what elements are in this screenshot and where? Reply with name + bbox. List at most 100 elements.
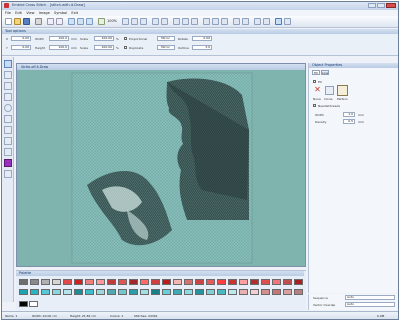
color-swatch[interactable] — [184, 279, 193, 285]
fit-icon[interactable] — [122, 18, 129, 25]
color-swatch[interactable] — [118, 289, 127, 295]
print-icon[interactable] — [35, 18, 42, 25]
selected-color-swatch[interactable] — [19, 301, 28, 307]
align-middle-icon[interactable] — [212, 18, 219, 25]
redo-icon[interactable] — [56, 18, 63, 25]
color-swatch[interactable] — [283, 279, 292, 285]
curve-icon[interactable] — [263, 18, 270, 25]
mirror-v-button[interactable]: Mirror — [157, 45, 175, 50]
align-left-icon[interactable] — [173, 18, 180, 25]
color-swatch[interactable] — [96, 289, 105, 295]
fill-tool-icon[interactable] — [4, 148, 12, 156]
rectangle-tool-icon[interactable] — [4, 93, 12, 101]
color-swatch[interactable] — [74, 279, 83, 285]
color-swatch[interactable] — [173, 279, 182, 285]
color-swatch[interactable] — [63, 289, 72, 295]
color-swatch[interactable] — [228, 289, 237, 295]
color-swatch[interactable] — [140, 279, 149, 285]
ungroup-icon[interactable] — [161, 18, 168, 25]
fill-checkbox[interactable] — [313, 80, 316, 83]
color-swatch[interactable] — [30, 289, 39, 295]
color-swatch[interactable] — [250, 289, 259, 295]
color-swatch[interactable] — [250, 279, 259, 285]
help-icon[interactable] — [284, 18, 291, 25]
y-field[interactable]: 0.00 — [11, 45, 31, 50]
align-center-icon[interactable] — [182, 18, 189, 25]
color-swatch[interactable] — [140, 289, 149, 295]
menu-view[interactable]: View — [26, 11, 34, 15]
design-canvas[interactable] — [17, 70, 305, 266]
color-swatch[interactable] — [162, 279, 171, 285]
tab-line[interactable]: Line — [321, 70, 329, 75]
align-top-icon[interactable] — [203, 18, 210, 25]
scale-x-field[interactable]: 100.00 — [94, 36, 114, 41]
color-swatch[interactable] — [30, 279, 39, 285]
color-swatch[interactable] — [217, 289, 226, 295]
menu-image[interactable]: Image — [39, 11, 50, 15]
color-swatch[interactable] — [52, 279, 61, 285]
background-color-swatch[interactable] — [29, 301, 38, 307]
zoom-icon[interactable] — [98, 18, 105, 25]
select-tool-icon[interactable] — [4, 60, 12, 68]
paste-icon[interactable] — [86, 18, 93, 25]
color-swatch[interactable] — [129, 279, 138, 285]
tab-fill[interactable]: Fill — [312, 70, 320, 75]
menu-edit[interactable]: Edit — [15, 11, 22, 15]
align-icon[interactable] — [140, 18, 147, 25]
undo-icon[interactable] — [47, 18, 54, 25]
needlethreads-checkbox[interactable] — [313, 104, 316, 107]
color-swatch[interactable] — [107, 289, 116, 295]
x-field[interactable]: 0.00 — [11, 36, 31, 41]
group-icon[interactable] — [152, 18, 159, 25]
proportional-checkbox[interactable] — [124, 37, 127, 40]
ellipse-tool-icon[interactable] — [4, 104, 12, 112]
curve-tool-icon[interactable] — [4, 126, 12, 134]
eyedropper-tool-icon[interactable] — [4, 170, 12, 178]
color-swatch[interactable] — [41, 289, 50, 295]
color-swatch[interactable] — [228, 279, 237, 285]
save-icon[interactable] — [23, 18, 30, 25]
outline-field[interactable]: 3.0 — [192, 45, 212, 50]
color-swatch[interactable] — [107, 279, 116, 285]
clone-fill-icon[interactable] — [325, 86, 334, 95]
color-swatch[interactable] — [151, 279, 160, 285]
color-swatch[interactable] — [41, 279, 50, 285]
mirror-h-button[interactable]: Mirror — [157, 36, 175, 41]
order-front-icon[interactable] — [233, 18, 240, 25]
align-right-icon[interactable] — [191, 18, 198, 25]
color-swatch[interactable] — [294, 279, 303, 285]
close-button[interactable] — [386, 3, 396, 8]
align-bottom-icon[interactable] — [221, 18, 228, 25]
color-swatch[interactable] — [129, 289, 138, 295]
color-swatch[interactable] — [294, 289, 303, 295]
menu-symbol[interactable]: Symbol — [54, 11, 67, 15]
color-swatch[interactable] — [195, 289, 204, 295]
grid-icon[interactable] — [131, 18, 138, 25]
draw-icon[interactable] — [275, 18, 282, 25]
open-icon[interactable] — [14, 18, 21, 25]
vector-overlap-select[interactable]: Auto — [345, 302, 395, 307]
node-tool-icon[interactable] — [4, 71, 12, 79]
scale-y-field[interactable]: 100.00 — [94, 45, 114, 50]
none-fill-icon[interactable]: ✕ — [313, 86, 322, 95]
color-swatch[interactable] — [195, 279, 204, 285]
color-swatch[interactable] — [239, 289, 248, 295]
color-swatch[interactable] — [261, 289, 270, 295]
duplicate-checkbox[interactable] — [124, 46, 127, 49]
color-swatch[interactable] — [85, 279, 94, 285]
minimize-button[interactable] — [368, 3, 376, 8]
stitch-tool-icon[interactable] — [4, 159, 12, 167]
color-swatch[interactable] — [96, 279, 105, 285]
order-back-icon[interactable] — [242, 18, 249, 25]
color-swatch[interactable] — [272, 279, 281, 285]
color-swatch[interactable] — [173, 289, 182, 295]
sequence-select[interactable]: Auto — [345, 295, 395, 300]
text-tool-icon[interactable] — [4, 137, 12, 145]
height-field[interactable]: 100.0 — [49, 45, 69, 50]
color-swatch[interactable] — [151, 289, 160, 295]
line-tool-icon[interactable] — [4, 115, 12, 123]
color-swatch[interactable] — [52, 289, 61, 295]
color-swatch[interactable] — [19, 289, 28, 295]
node-icon[interactable] — [254, 18, 261, 25]
zoom-tool-icon[interactable] — [4, 82, 12, 90]
